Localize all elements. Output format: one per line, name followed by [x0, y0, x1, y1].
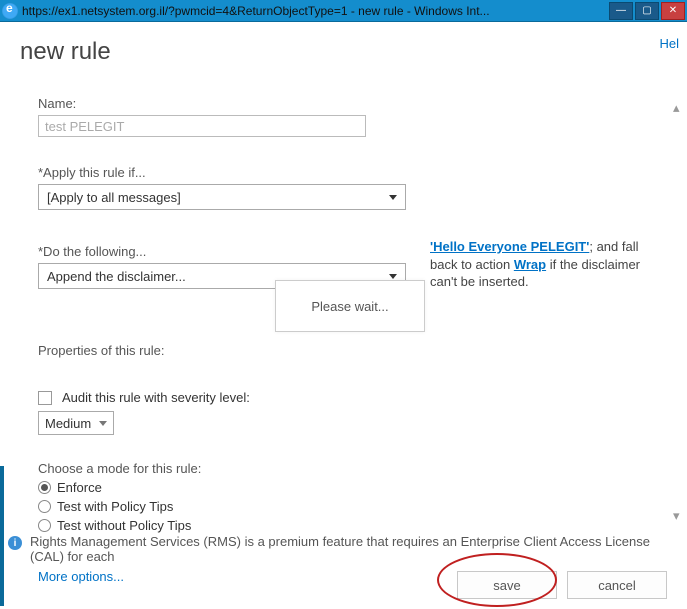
- radio-enforce[interactable]: [38, 481, 51, 494]
- page-title: new rule: [20, 38, 667, 66]
- save-button[interactable]: save: [457, 571, 557, 599]
- properties-label: Properties of this rule:: [38, 343, 430, 358]
- loading-overlay: Please wait...: [275, 280, 425, 332]
- audit-checkbox[interactable]: [38, 391, 52, 405]
- ie-icon: [2, 3, 18, 19]
- disclaimer-text-link[interactable]: 'Hello Everyone PELEGIT': [430, 239, 589, 254]
- disclaimer-summary: 'Hello Everyone PELEGIT'; and fall back …: [430, 238, 660, 291]
- do-following-label: *Do the following...: [38, 244, 430, 259]
- close-button[interactable]: ✕: [661, 2, 685, 20]
- window-title: https://ex1.netsystem.org.il/?pwmcid=4&R…: [22, 4, 609, 18]
- info-icon: i: [8, 536, 22, 550]
- info-bar: i Rights Management Services (RMS) is a …: [8, 534, 675, 564]
- chevron-down-icon: [389, 274, 397, 279]
- radio-enforce-label: Enforce: [57, 480, 102, 495]
- maximize-button[interactable]: ▢: [635, 2, 659, 20]
- audit-label: Audit this rule with severity level:: [62, 390, 250, 405]
- help-link[interactable]: Hel: [659, 36, 679, 51]
- severity-select[interactable]: Medium: [38, 411, 114, 435]
- info-text: Rights Management Services (RMS) is a pr…: [30, 534, 675, 564]
- window-titlebar: https://ex1.netsystem.org.il/?pwmcid=4&R…: [0, 0, 687, 22]
- do-following-selected: Append the disclaimer...: [47, 269, 186, 284]
- radio-test-tips[interactable]: [38, 500, 51, 513]
- apply-if-select[interactable]: [Apply to all messages]: [38, 184, 406, 210]
- wrap-link[interactable]: Wrap: [514, 257, 546, 272]
- chevron-down-icon: [99, 421, 107, 426]
- radio-test-no-tips-label: Test without Policy Tips: [57, 518, 191, 533]
- mode-label: Choose a mode for this rule:: [38, 461, 430, 476]
- apply-if-label: *Apply this rule if...: [38, 165, 430, 180]
- severity-selected: Medium: [45, 416, 91, 431]
- minimize-button[interactable]: —: [609, 2, 633, 20]
- chevron-down-icon: [389, 195, 397, 200]
- name-label: Name:: [38, 96, 430, 111]
- name-input[interactable]: [38, 115, 366, 137]
- side-separator: [0, 466, 4, 606]
- scroll-down-icon[interactable]: ▾: [673, 508, 683, 518]
- cancel-button[interactable]: cancel: [567, 571, 667, 599]
- apply-if-selected: [Apply to all messages]: [47, 190, 181, 205]
- radio-test-tips-label: Test with Policy Tips: [57, 499, 173, 514]
- radio-test-no-tips[interactable]: [38, 519, 51, 532]
- scroll-up-icon[interactable]: ▴: [673, 100, 683, 110]
- loading-text: Please wait...: [311, 299, 388, 314]
